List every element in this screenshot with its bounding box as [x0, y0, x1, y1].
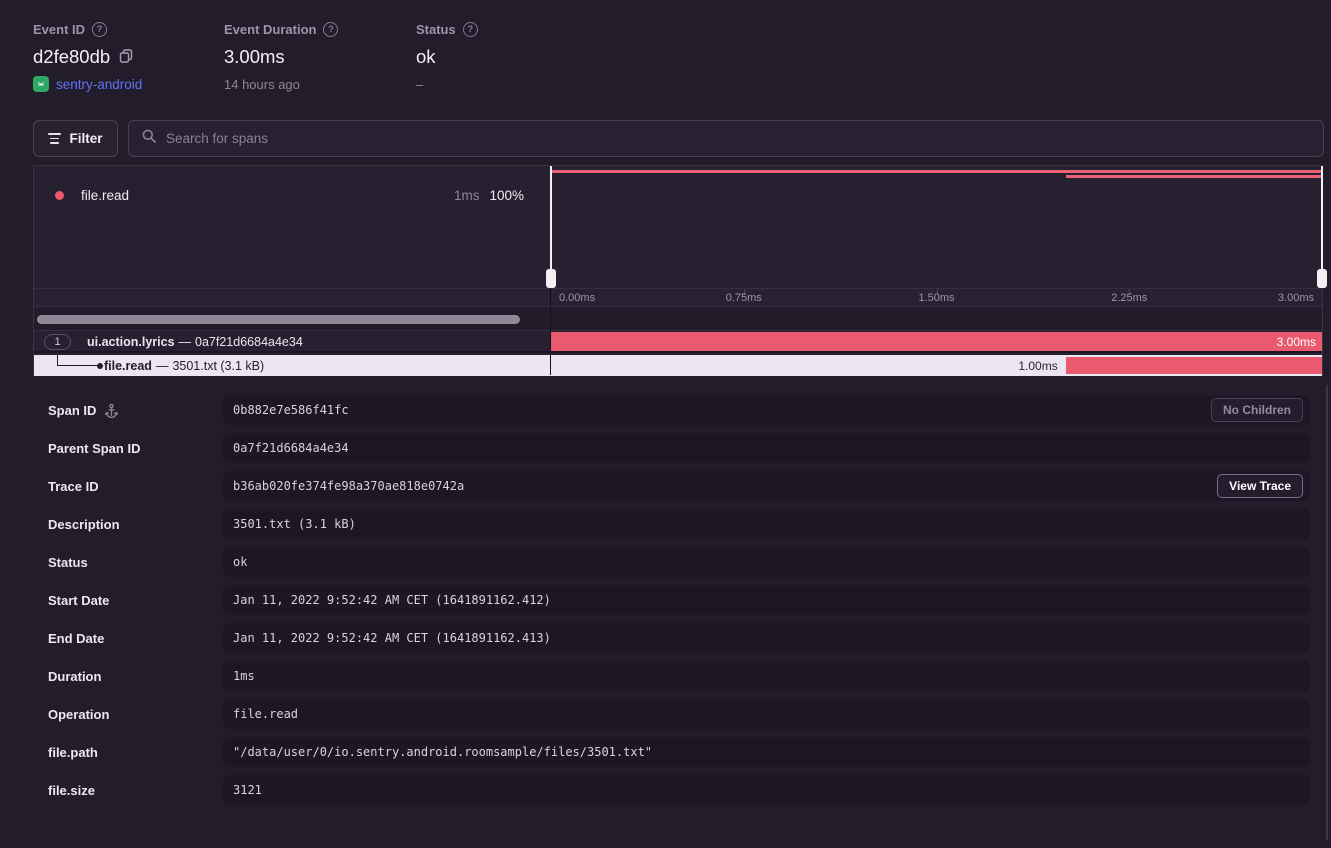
- span-operation: file.read: [104, 359, 152, 373]
- span-duration-label: 1.00ms: [1018, 355, 1057, 376]
- spans-toolbar: Filter: [33, 120, 1324, 157]
- detail-row-status: Status ok: [33, 547, 1310, 577]
- minimap-span-bar: [551, 170, 1322, 173]
- filter-button-label: Filter: [69, 131, 102, 146]
- event-header: Event ID ? d2fe80db: [33, 22, 478, 92]
- time-axis: 0.00ms 0.75ms 1.50ms 2.25ms 3.00ms: [34, 288, 1322, 307]
- span-tree-widget: file.read 1ms 100% 0.00ms 0.75ms 1.50ms …: [33, 165, 1323, 375]
- horizontal-scrollbar-thumb[interactable]: [37, 315, 520, 324]
- detail-row-duration: Duration 1ms: [33, 661, 1310, 691]
- detail-row-end-date: End Date Jan 11, 2022 9:52:42 AM CET (16…: [33, 623, 1310, 653]
- detail-value-box: ok: [223, 547, 1310, 577]
- axis-tick-label: 0.75ms: [726, 292, 762, 304]
- span-search-bar: [128, 120, 1324, 157]
- view-trace-button[interactable]: View Trace: [1217, 474, 1303, 498]
- status-label: Status: [416, 22, 456, 37]
- no-children-button[interactable]: No Children: [1211, 398, 1303, 422]
- minimap-canvas[interactable]: [551, 166, 1322, 288]
- filter-icon: [48, 133, 61, 143]
- status-value: ok: [416, 46, 436, 68]
- axis-tick-label: 0.00ms: [559, 292, 595, 304]
- anchor-link-icon[interactable]: [104, 403, 119, 418]
- project-link[interactable]: sentry-android: [56, 77, 142, 92]
- event-id-label: Event ID: [33, 22, 85, 37]
- copy-icon: [118, 48, 134, 67]
- span-description: 3501.txt (3.1 kB): [172, 359, 264, 373]
- search-spans-input[interactable]: [166, 131, 1311, 146]
- axis-tick-label: 1.50ms: [918, 292, 954, 304]
- tree-connector-line: [57, 351, 101, 366]
- detail-value-box: 0b882e7e586f41fc No Children: [223, 395, 1310, 425]
- detail-value-box: 3501.txt (3.1 kB): [223, 509, 1310, 539]
- detail-value-box: 3121: [223, 775, 1310, 805]
- operation-name: file.read: [81, 188, 129, 203]
- minimap-left-handle[interactable]: [550, 166, 552, 288]
- tree-scroll-row: [34, 308, 1322, 331]
- detail-row-file-size: file.size 3121: [33, 775, 1310, 805]
- search-icon: [141, 128, 157, 149]
- android-platform-icon: [33, 76, 49, 92]
- event-time-ago: 14 hours ago: [224, 77, 416, 92]
- detail-value-box: b36ab020fe374fe98a370ae818e0742a View Tr…: [223, 471, 1310, 501]
- span-duration-bar[interactable]: 3.00ms: [550, 332, 1322, 351]
- event-id-help-icon[interactable]: ?: [92, 22, 107, 37]
- detail-row-span-id: Span ID 0b882e7e586f41fc No Children: [33, 395, 1310, 425]
- vertical-scrollbar-track[interactable]: [1326, 385, 1328, 840]
- detail-value-box: file.read: [223, 699, 1310, 729]
- span-operation: ui.action.lyrics: [87, 335, 175, 349]
- event-id-block: Event ID ? d2fe80db: [33, 22, 224, 92]
- detail-row-description: Description 3501.txt (3.1 kB): [33, 509, 1310, 539]
- operation-duration: 1ms: [454, 188, 480, 203]
- detail-row-file-path: file.path "/data/user/0/io.sentry.androi…: [33, 737, 1310, 767]
- span-description: 0a7f21d6684a4e34: [195, 335, 303, 349]
- span-row-file-read-selected[interactable]: file.read—3501.txt (3.1 kB) 1.00ms: [34, 355, 1322, 376]
- operation-legend-row[interactable]: file.read 1ms 100%: [34, 166, 550, 203]
- operation-percent: 100%: [489, 188, 524, 203]
- status-help-icon[interactable]: ?: [463, 22, 478, 37]
- detail-value-box: Jan 11, 2022 9:52:42 AM CET (1641891162.…: [223, 623, 1310, 653]
- span-children-badge[interactable]: 1: [44, 334, 71, 350]
- detail-row-parent-span-id: Parent Span ID 0a7f21d6684a4e34: [33, 433, 1310, 463]
- detail-value-box: 1ms: [223, 661, 1310, 691]
- axis-tick-label: 3.00ms: [1278, 292, 1314, 304]
- detail-value-box: Jan 11, 2022 9:52:42 AM CET (1641891162.…: [223, 585, 1310, 615]
- detail-row-trace-id: Trace ID b36ab020fe374fe98a370ae818e0742…: [33, 471, 1310, 501]
- detail-value-box: "/data/user/0/io.sentry.android.roomsamp…: [223, 737, 1310, 767]
- minimap-span-bar: [1066, 175, 1322, 178]
- minimap-right-handle[interactable]: [1321, 166, 1323, 288]
- span-details-table: Span ID 0b882e7e586f41fc No Children Par…: [33, 395, 1310, 813]
- filter-button[interactable]: Filter: [33, 120, 118, 157]
- project-row: sentry-android: [33, 76, 224, 92]
- trace-minimap: file.read 1ms 100%: [34, 166, 1322, 288]
- event-duration-help-icon[interactable]: ?: [323, 22, 338, 37]
- copy-event-id-button[interactable]: [118, 48, 134, 67]
- detail-row-operation: Operation file.read: [33, 699, 1310, 729]
- detail-row-start-date: Start Date Jan 11, 2022 9:52:42 AM CET (…: [33, 585, 1310, 615]
- event-duration-block: Event Duration ? 3.00ms 14 hours ago: [224, 22, 416, 92]
- minimap-operations-panel: file.read 1ms 100%: [34, 166, 550, 288]
- axis-tick-label: 2.25ms: [1111, 292, 1147, 304]
- event-id-value: d2fe80db: [33, 46, 110, 68]
- event-duration-label: Event Duration: [224, 22, 316, 37]
- operation-color-dot: [55, 191, 64, 200]
- span-duration-bar[interactable]: [1066, 357, 1322, 374]
- status-block: Status ? ok –: [416, 22, 478, 92]
- detail-value-box: 0a7f21d6684a4e34: [223, 433, 1310, 463]
- event-duration-value: 3.00ms: [224, 46, 285, 68]
- status-sub: –: [416, 77, 478, 92]
- span-detail-page: { "icons": { "help_glyph": "?" }, "heade…: [0, 0, 1331, 848]
- span-row-ui-action-lyrics[interactable]: 1 ui.action.lyrics—0a7f21d6684a4e34 3.00…: [34, 332, 1322, 353]
- event-id-label-row: Event ID ?: [33, 22, 224, 37]
- span-duration-label: 3.00ms: [1277, 335, 1316, 349]
